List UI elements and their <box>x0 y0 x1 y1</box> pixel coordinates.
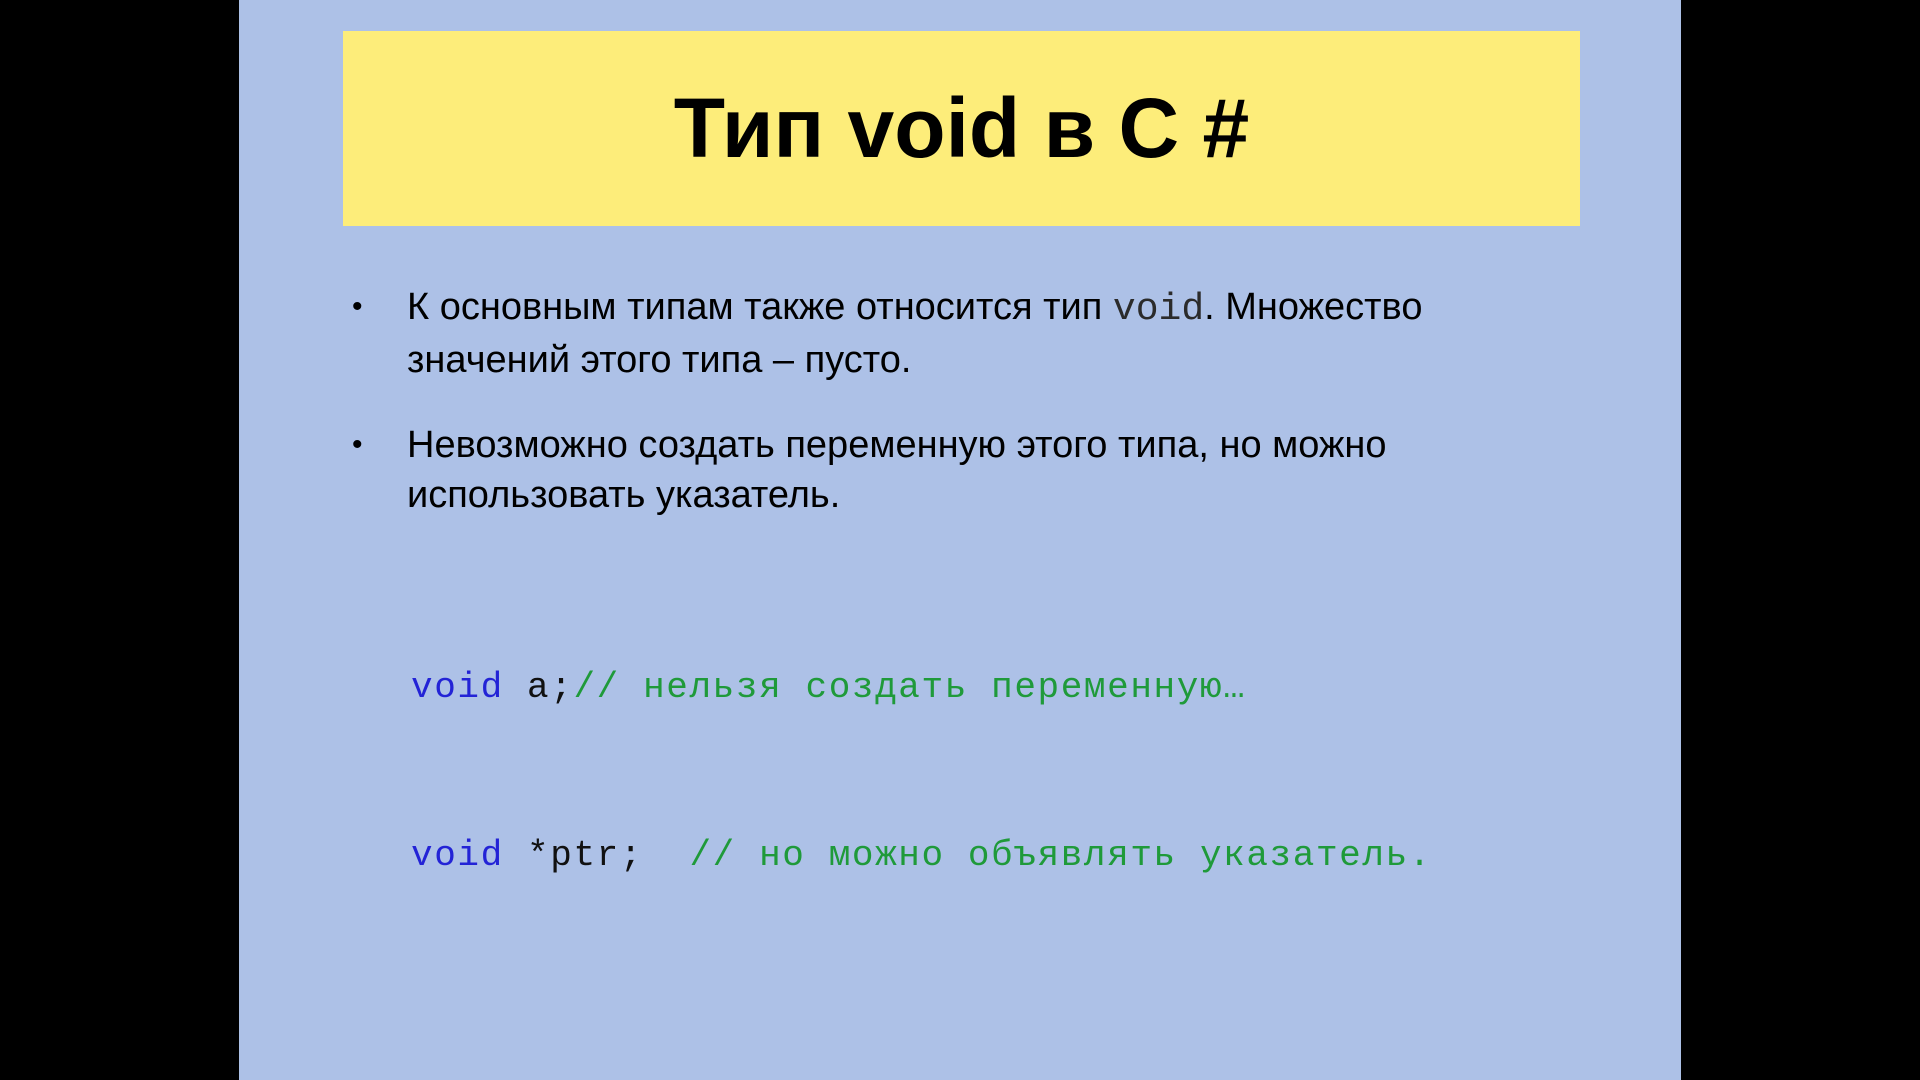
slide: Тип void в C # • К основным типам также … <box>239 0 1681 1080</box>
slide-title: Тип void в C # <box>673 81 1250 175</box>
code-block: void a;// нельзя создать переменную… voi… <box>411 548 1432 996</box>
bullet-text: К основным типам также относится тип <box>407 286 1113 328</box>
code-statement: *ptr; <box>503 835 690 876</box>
code-statement: a; <box>503 667 574 708</box>
bullet-text: Невозможно создать переменную этого типа… <box>407 424 1387 516</box>
code-keyword: void <box>411 835 504 876</box>
bullet-marker: • <box>352 428 363 461</box>
code-comment: // нельзя создать переменную… <box>573 667 1247 708</box>
inline-code: void <box>1112 288 1205 331</box>
title-banner: Тип void в C # <box>343 31 1580 226</box>
bullet-item: • К основным типам также относится тип v… <box>352 282 1552 385</box>
code-comment: // но можно объявлять указатель. <box>689 835 1432 876</box>
bullet-item: • Невозможно создать переменную этого ти… <box>352 420 1552 520</box>
code-keyword: void <box>411 667 504 708</box>
code-line: void a;// нельзя создать переменную… <box>411 660 1432 716</box>
code-line: void *ptr; // но можно объявлять указате… <box>411 828 1432 884</box>
bullet-marker: • <box>352 290 363 323</box>
bullet-list: • К основным типам также относится тип v… <box>352 282 1552 555</box>
